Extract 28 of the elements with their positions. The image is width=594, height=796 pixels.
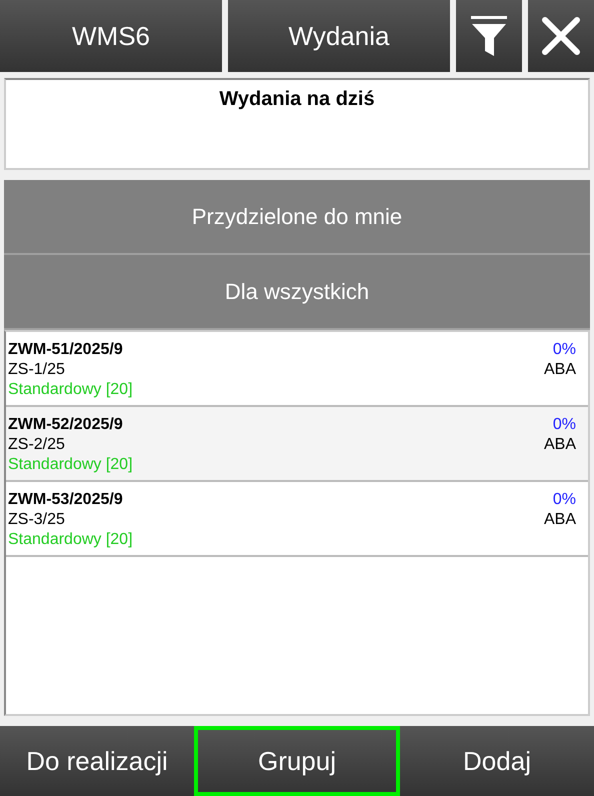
order-type: Standardowy [20]	[8, 380, 133, 400]
progress-percent: 0%	[552, 415, 576, 435]
action-button[interactable]: Do realizacji	[0, 726, 194, 796]
progress-percent: 0%	[552, 340, 576, 360]
progress-percent: 0%	[552, 490, 576, 510]
app-title: WMS6	[0, 0, 222, 72]
client-name: ABA	[544, 510, 576, 530]
order-number: ZWM-51/2025/9	[8, 340, 124, 360]
close-button[interactable]	[528, 0, 594, 72]
document-number: ZS-1/25	[8, 360, 66, 380]
order-number: ZWM-52/2025/9	[8, 415, 124, 435]
client-name: ABA	[544, 360, 576, 380]
order-type: Standardowy [20]	[8, 530, 133, 550]
document-number: ZS-2/25	[8, 435, 66, 455]
order-row[interactable]: ZWM-52/2025/9 ZS-2/25 Standardowy [20] 0% ABA	[6, 407, 588, 482]
filter-button[interactable]	[456, 0, 522, 72]
action-button[interactable]: Grupuj	[194, 726, 400, 796]
order-number: ZWM-53/2025/9	[8, 490, 124, 510]
order-type: Standardowy [20]	[8, 455, 133, 475]
client-name: ABA	[544, 435, 576, 455]
action-button[interactable]: Dodaj	[400, 726, 594, 796]
document-number: ZS-3/25	[8, 510, 66, 530]
close-icon	[541, 16, 581, 56]
group-button[interactable]: Przydzielone do mnie	[4, 180, 590, 255]
group-button[interactable]: Dla wszystkich	[4, 255, 590, 330]
filter-icon	[469, 14, 509, 58]
screen-title: Wydania	[228, 0, 450, 72]
header-title: Wydania na dziś	[219, 87, 375, 112]
